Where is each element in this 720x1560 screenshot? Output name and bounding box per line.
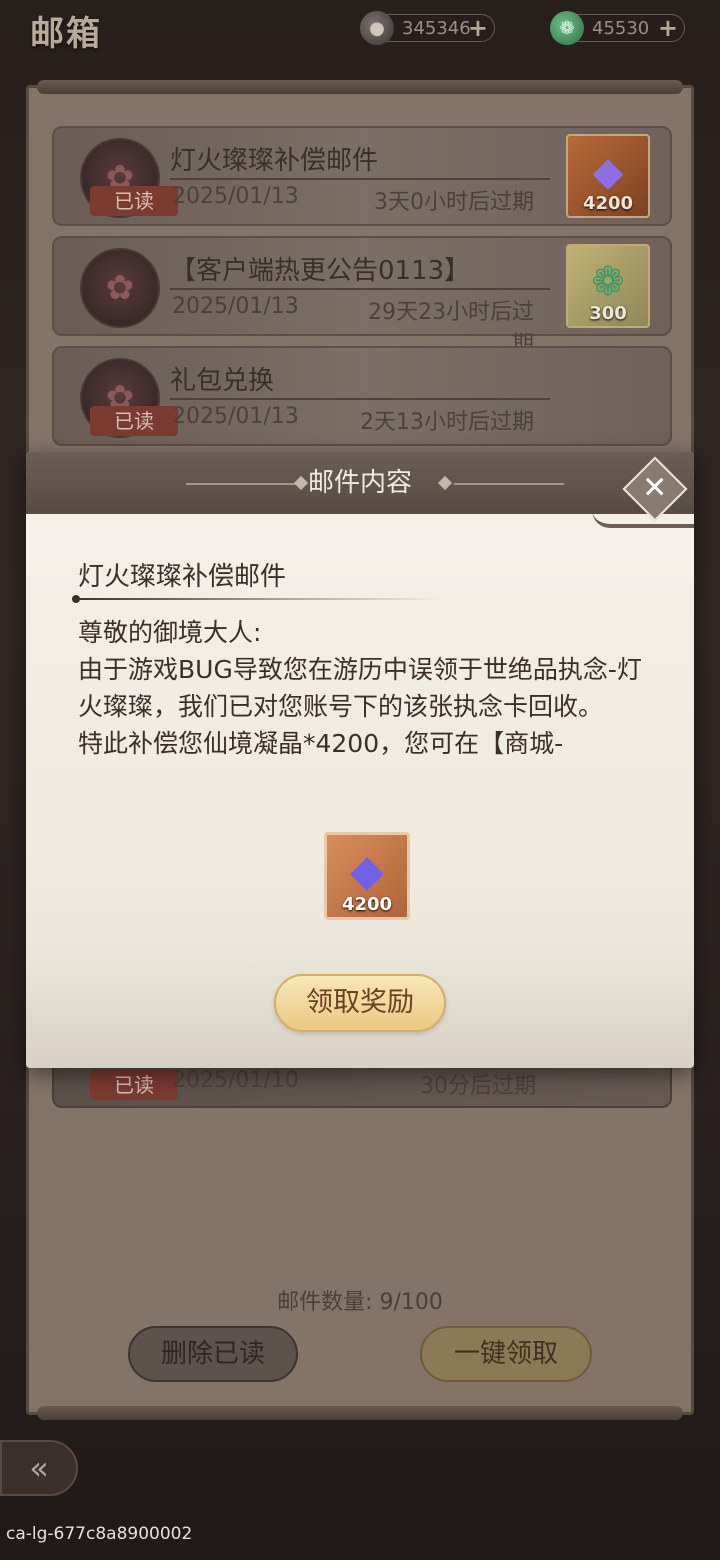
reward-item[interactable]: ◆ 4200 <box>324 832 410 920</box>
mail-date: 2025/01/13 <box>172 294 299 319</box>
read-badge: 已读 <box>90 186 178 216</box>
page-title: 邮箱 <box>30 14 102 54</box>
mail-item[interactable]: ✿ 【客户端热更公告0113】 2025/01/13 29天23小时后过期 ❁ … <box>52 236 672 357</box>
claim-all-button[interactable]: 一键领取 <box>420 1326 592 1382</box>
read-badge: 已读 <box>90 1070 178 1100</box>
mail-date: 2025/01/13 <box>172 184 299 209</box>
mail-content-body: 尊敬的御境大人: 由于游戏BUG导致您在游历中误领于世绝品执念-灯火璨璨，我们已… <box>78 614 658 762</box>
mail-date: 2025/01/13 <box>172 404 299 429</box>
content-divider <box>72 595 442 603</box>
close-icon: ✕ <box>642 470 668 506</box>
body-line: 由于游戏BUG导致您在游历中误领于世绝品执念-灯火璨璨，我们已对您账号下的该张执… <box>78 655 642 721</box>
reward-count: 4200 <box>582 193 634 214</box>
jade-currency[interactable]: ❁ 45530 + <box>550 11 685 45</box>
top-bar: 邮箱 ● 345346 + ❁ 45530 + <box>0 0 720 70</box>
mail-content-modal: 邮件内容 ✕ 灯火璨璨补偿邮件 尊敬的御境大人: 由于游戏BUG导致您在游历中误… <box>26 452 694 1068</box>
mail-item[interactable]: ✿ 已读 灯火璨璨补偿邮件 2025/01/13 3天0小时后过期 ◆ 4200 <box>52 126 672 226</box>
mail-subject: 灯火璨璨补偿邮件 <box>170 146 379 176</box>
back-button[interactable]: « <box>0 1440 78 1496</box>
add-coin-button[interactable]: + <box>468 14 488 42</box>
body-line: 特此补偿您仙境凝晶*4200，您可在【商城- <box>78 729 564 758</box>
modal-header: 邮件内容 <box>26 452 694 514</box>
panel-bottom-rail <box>37 1406 683 1420</box>
add-jade-button[interactable]: + <box>658 14 678 42</box>
crystal-icon: ◆ <box>350 845 384 897</box>
reward-count: 4200 <box>341 894 393 915</box>
crystal-icon: ◆ <box>592 149 624 195</box>
back-arrow-icon: « <box>29 1449 49 1487</box>
jade-icon: ❁ <box>550 11 584 45</box>
jade-icon: ❁ <box>591 259 625 305</box>
mail-content-title: 灯火璨璨补偿邮件 <box>78 562 287 592</box>
claim-reward-button[interactable]: 领取奖励 <box>274 974 446 1032</box>
panel-top-rail <box>37 80 683 94</box>
mail-expire: 30分后过期 <box>420 1074 536 1099</box>
delete-read-button[interactable]: 删除已读 <box>128 1326 298 1382</box>
modal-title: 邮件内容 <box>307 468 412 498</box>
cloud-decoration <box>592 510 694 528</box>
mail-date: 2025/01/10 <box>172 1068 299 1093</box>
build-id: ca-lg-677c8a8900002 <box>6 1524 193 1544</box>
mail-divider <box>170 178 550 180</box>
mail-list: ✿ 已读 灯火璨璨补偿邮件 2025/01/13 3天0小时后过期 ◆ 4200… <box>52 126 672 456</box>
mail-subject: 礼包兑换 <box>170 366 275 396</box>
mail-reward-jade: ❁ 300 <box>566 244 650 328</box>
coin-amount: 345346 <box>402 18 471 39</box>
coin-currency[interactable]: ● 345346 + <box>360 11 495 45</box>
mail-expire: 2天13小时后过期 <box>360 410 534 435</box>
jade-amount: 45530 <box>592 18 650 39</box>
coin-icon: ● <box>360 11 394 45</box>
reward-count: 300 <box>589 303 627 324</box>
body-line: 尊敬的御境大人: <box>78 618 262 647</box>
mail-item[interactable]: ✿ 已读 礼包兑换 2025/01/13 2天13小时后过期 <box>52 346 672 446</box>
mail-avatar: ✿ <box>80 248 160 328</box>
mail-expire: 3天0小时后过期 <box>374 190 534 215</box>
read-badge: 已读 <box>90 406 178 436</box>
mail-divider <box>170 288 550 290</box>
mail-subject: 【客户端热更公告0113】 <box>170 256 471 286</box>
mail-divider <box>170 398 550 400</box>
mail-reward-crystal: ◆ 4200 <box>566 134 650 218</box>
mail-count: 邮件数量: 9/100 <box>277 1290 443 1315</box>
